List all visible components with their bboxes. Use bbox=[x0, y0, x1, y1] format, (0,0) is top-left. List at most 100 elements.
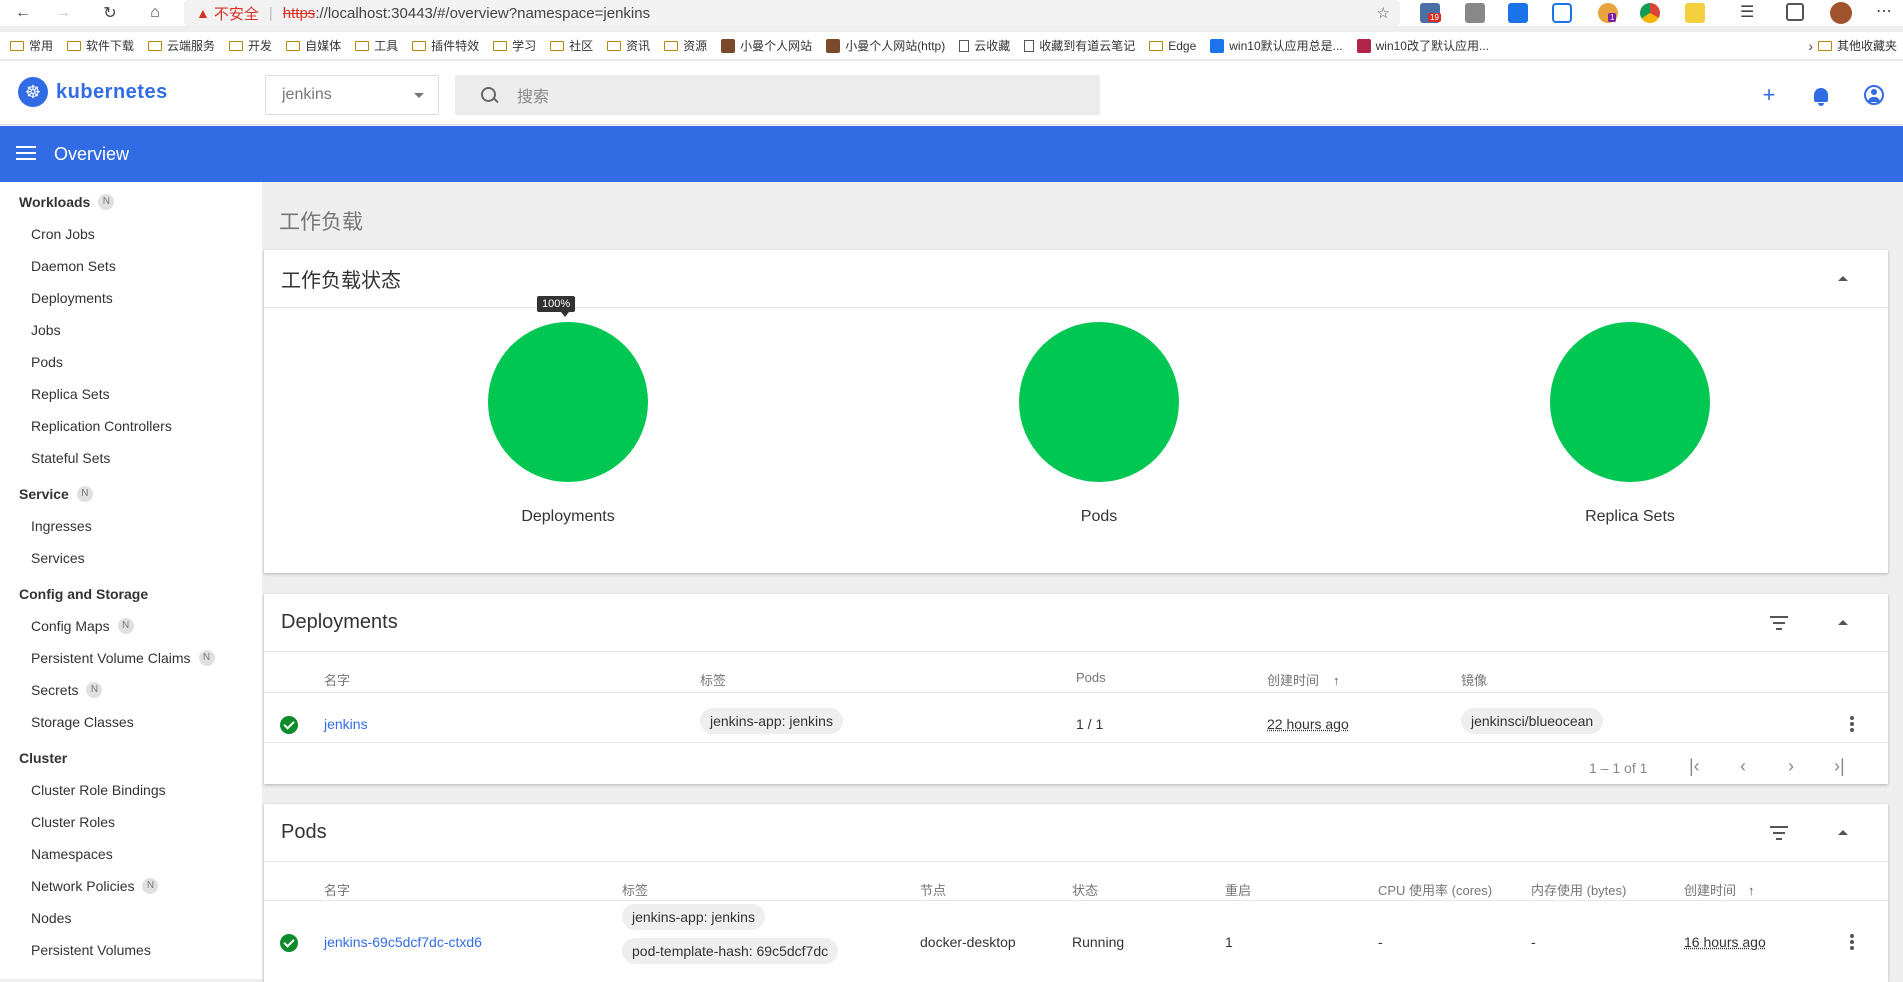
reload-icon[interactable]: ↻ bbox=[95, 0, 125, 26]
sidebar-item-network-policies[interactable]: Network Policies N bbox=[0, 870, 262, 902]
filter-icon[interactable] bbox=[1770, 616, 1788, 630]
sidebar-item-daemon-sets[interactable]: Daemon Sets bbox=[0, 250, 262, 282]
bookmark-item[interactable]: 小曼个人网站 bbox=[721, 37, 812, 54]
namespace-value: jenkins bbox=[282, 86, 332, 103]
bookmark-item[interactable]: 社区 bbox=[550, 37, 593, 54]
home-icon[interactable]: ⌂ bbox=[140, 0, 170, 26]
collapse-chevron-icon[interactable] bbox=[1838, 620, 1848, 625]
filter-icon[interactable] bbox=[1770, 826, 1788, 840]
sidebar-item-stateful-sets[interactable]: Stateful Sets bbox=[0, 442, 262, 474]
chart-tooltip: 100% bbox=[537, 296, 576, 317]
pods-status-chart: Pods bbox=[879, 322, 1319, 526]
sidebar-item-jobs[interactable]: Jobs bbox=[0, 314, 262, 346]
extension-icon-2[interactable] bbox=[1508, 3, 1528, 23]
more-actions-icon[interactable] bbox=[1850, 716, 1854, 732]
sidebar-section-workloads[interactable]: Workloads N bbox=[0, 186, 262, 218]
sidebar-item-persistent-volumes[interactable]: Persistent Volumes bbox=[0, 934, 262, 966]
sidebar-item-namespaces[interactable]: Namespaces bbox=[0, 838, 262, 870]
bookmark-item[interactable]: win10默认应用总是... bbox=[1210, 37, 1343, 54]
first-page-icon[interactable]: |‹ bbox=[1689, 756, 1700, 777]
bookmark-label: 常用 bbox=[29, 39, 54, 53]
sidebar-item-storage-classes[interactable]: Storage Classes bbox=[0, 706, 262, 738]
deployment-name-link[interactable]: jenkins bbox=[324, 716, 368, 732]
workload-status-title: 工作负载状态 bbox=[281, 270, 401, 292]
create-plus-icon[interactable]: + bbox=[1757, 82, 1781, 107]
bookmark-item[interactable]: 开发 bbox=[229, 37, 272, 54]
next-page-icon[interactable]: › bbox=[1788, 756, 1794, 777]
bookmark-item[interactable]: 学习 bbox=[493, 37, 536, 54]
pods-card: Pods 名字 标签 节点 状态 重启 CPU 使用率 (cores) 内存使用… bbox=[264, 804, 1888, 982]
sidebar-item-persistent-volume-claims[interactable]: Persistent Volume Claims N bbox=[0, 642, 262, 674]
bookmark-item[interactable]: 软件下载 bbox=[67, 37, 134, 54]
bookmark-item[interactable]: 资讯 bbox=[607, 37, 650, 54]
bookmark-item[interactable]: 云端服务 bbox=[148, 37, 215, 54]
column-header-name[interactable]: 名字 bbox=[324, 670, 350, 689]
bookmark-item[interactable]: 资源 bbox=[664, 37, 707, 54]
sidebar-item-cluster-roles[interactable]: Cluster Roles bbox=[0, 806, 262, 838]
sidebar-item-cron-jobs[interactable]: Cron Jobs bbox=[0, 218, 262, 250]
sidebar-section-cluster[interactable]: Cluster bbox=[0, 742, 262, 774]
chrome-icon[interactable] bbox=[1640, 3, 1660, 23]
bookmark-item[interactable]: 小曼个人网站(http) bbox=[826, 37, 945, 54]
sidebar-item-nodes[interactable]: Nodes bbox=[0, 902, 262, 934]
last-page-icon[interactable]: ›| bbox=[1834, 756, 1845, 777]
deployments-status-chart: 100% Deployments bbox=[348, 296, 788, 526]
account-icon[interactable] bbox=[1862, 83, 1886, 107]
pod-name-link[interactable]: jenkins-69c5dcf7dc-ctxd6 bbox=[324, 934, 482, 950]
collapse-chevron-icon[interactable] bbox=[1838, 276, 1848, 281]
collapse-chevron-icon[interactable] bbox=[1838, 830, 1848, 835]
folder-icon bbox=[550, 40, 565, 51]
sidebar-item-ingresses[interactable]: Ingresses bbox=[0, 510, 262, 542]
pods-donut[interactable] bbox=[1019, 322, 1179, 482]
replica-sets-donut[interactable] bbox=[1550, 322, 1710, 482]
sidebar-item-pods[interactable]: Pods bbox=[0, 346, 262, 378]
bookmark-item[interactable]: Edge bbox=[1149, 39, 1196, 53]
extension-badge-1: 19 bbox=[1428, 13, 1441, 22]
column-header-created[interactable]: 创建时间 ↑ bbox=[1267, 670, 1340, 689]
sidebar-item-label: Pods bbox=[31, 354, 63, 370]
notifications-bell-icon[interactable] bbox=[1809, 83, 1833, 107]
other-bookmarks-folder[interactable]: 其他收藏夹 bbox=[1817, 37, 1897, 54]
sidebar-section-config-and-storage[interactable]: Config and Storage bbox=[0, 578, 262, 610]
extension-icon-3[interactable] bbox=[1552, 3, 1572, 23]
folder-icon bbox=[229, 40, 244, 51]
cpu-usage: - bbox=[1378, 934, 1383, 950]
address-bar[interactable]: ▲ 不安全 | https ://localhost:30443/#/overv… bbox=[184, 0, 1400, 26]
sidebar-item-cluster-role-bindings[interactable]: Cluster Role Bindings bbox=[0, 774, 262, 806]
menu-hamburger-icon[interactable] bbox=[16, 146, 38, 162]
download-icon[interactable] bbox=[1465, 3, 1485, 23]
sidebar-item-services[interactable]: Services bbox=[0, 542, 262, 574]
previous-page-icon[interactable]: ‹ bbox=[1740, 756, 1746, 777]
column-header-created[interactable]: 创建时间 ↑ bbox=[1684, 880, 1755, 899]
bookmark-item[interactable]: win10改了默认应用... bbox=[1356, 37, 1489, 54]
sidebar-item-secrets[interactable]: Secrets N bbox=[0, 674, 262, 706]
menu-more-icon[interactable]: ⋯ bbox=[1876, 1, 1892, 21]
kubernetes-logo[interactable]: ☸ kubernetes bbox=[18, 77, 168, 107]
bookmark-item[interactable]: 常用 bbox=[10, 37, 53, 54]
sidebar-item-replication-controllers[interactable]: Replication Controllers bbox=[0, 410, 262, 442]
sidebar-item-config-maps[interactable]: Config Maps N bbox=[0, 610, 262, 642]
bookmark-item[interactable]: 工具 bbox=[355, 37, 398, 54]
back-icon[interactable]: ← bbox=[8, 0, 38, 26]
bookmark-item[interactable]: 自媒体 bbox=[286, 37, 341, 54]
namespace-select[interactable]: jenkins bbox=[265, 75, 439, 115]
memory-usage: - bbox=[1531, 934, 1536, 950]
extension-icon-5[interactable] bbox=[1685, 3, 1705, 23]
column-header-name[interactable]: 名字 bbox=[324, 880, 350, 899]
bookmark-item[interactable]: 插件特效 bbox=[412, 37, 479, 54]
sidebar-section-service[interactable]: Service N bbox=[0, 478, 262, 510]
search-input[interactable]: 搜索 bbox=[455, 75, 1100, 115]
row-divider bbox=[264, 900, 1888, 901]
deployments-donut[interactable] bbox=[488, 322, 648, 482]
bookmark-item[interactable]: 收藏到有道云笔记 bbox=[1024, 37, 1135, 54]
sidebar-item-deployments[interactable]: Deployments bbox=[0, 282, 262, 314]
favorite-star-icon[interactable]: ☆ bbox=[1377, 4, 1390, 22]
collections-icon[interactable] bbox=[1786, 3, 1804, 21]
favorites-icon[interactable]: ☰ bbox=[1740, 2, 1754, 22]
forward-icon[interactable]: → bbox=[48, 0, 78, 26]
more-actions-icon[interactable] bbox=[1850, 934, 1854, 950]
bookmarks-overflow-icon[interactable]: › bbox=[1808, 38, 1813, 54]
sidebar-item-replica-sets[interactable]: Replica Sets bbox=[0, 378, 262, 410]
avatar[interactable] bbox=[1830, 2, 1852, 24]
bookmark-item[interactable]: 云收藏 bbox=[959, 37, 1010, 54]
